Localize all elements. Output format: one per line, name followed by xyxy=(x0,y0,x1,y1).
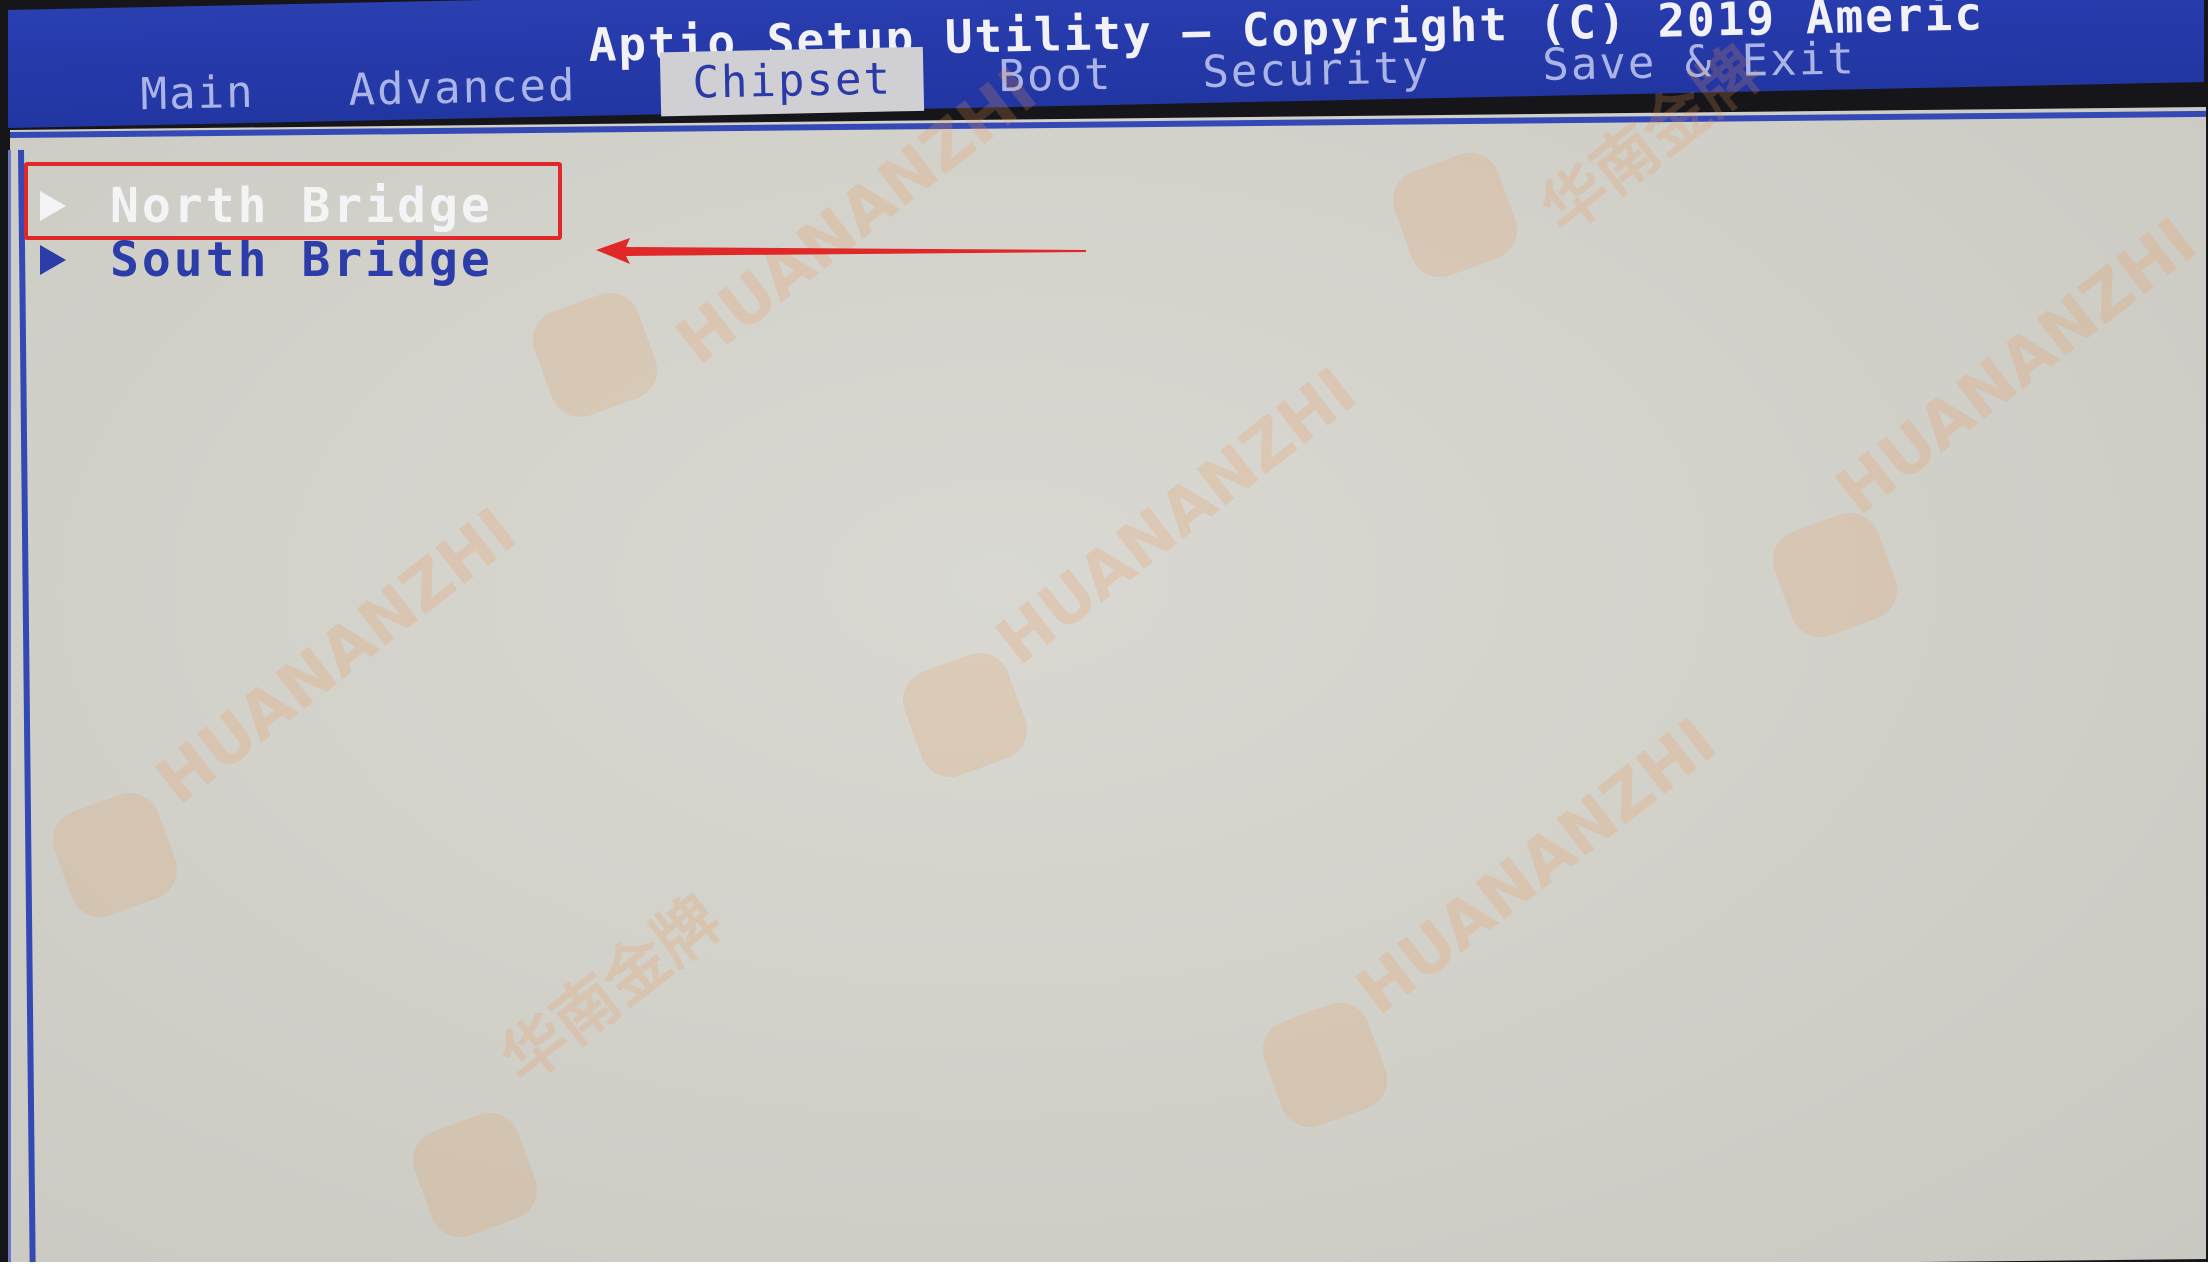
tab-chipset[interactable]: Chipset xyxy=(659,46,925,117)
tab-save-exit[interactable]: Save & Exit xyxy=(1542,31,1857,94)
annotation-highlight-box xyxy=(24,162,562,240)
bios-screen: Aptio Setup Utility – Copyright (C) 2019… xyxy=(0,0,2208,1282)
tab-main[interactable]: Main xyxy=(140,65,255,123)
screen-bottom-edge xyxy=(0,1262,2208,1282)
tab-boot[interactable]: Boot xyxy=(998,47,1113,105)
menu-item-south-bridge[interactable]: South Bridge xyxy=(40,232,493,288)
tab-advanced[interactable]: Advanced xyxy=(348,58,577,119)
annotation-arrow-icon xyxy=(596,238,1086,264)
tab-security[interactable]: Security xyxy=(1202,40,1431,101)
menu-item-label: South Bridge xyxy=(110,232,493,288)
panel-border-outer xyxy=(8,150,11,1282)
submenu-arrow-icon xyxy=(40,245,66,275)
